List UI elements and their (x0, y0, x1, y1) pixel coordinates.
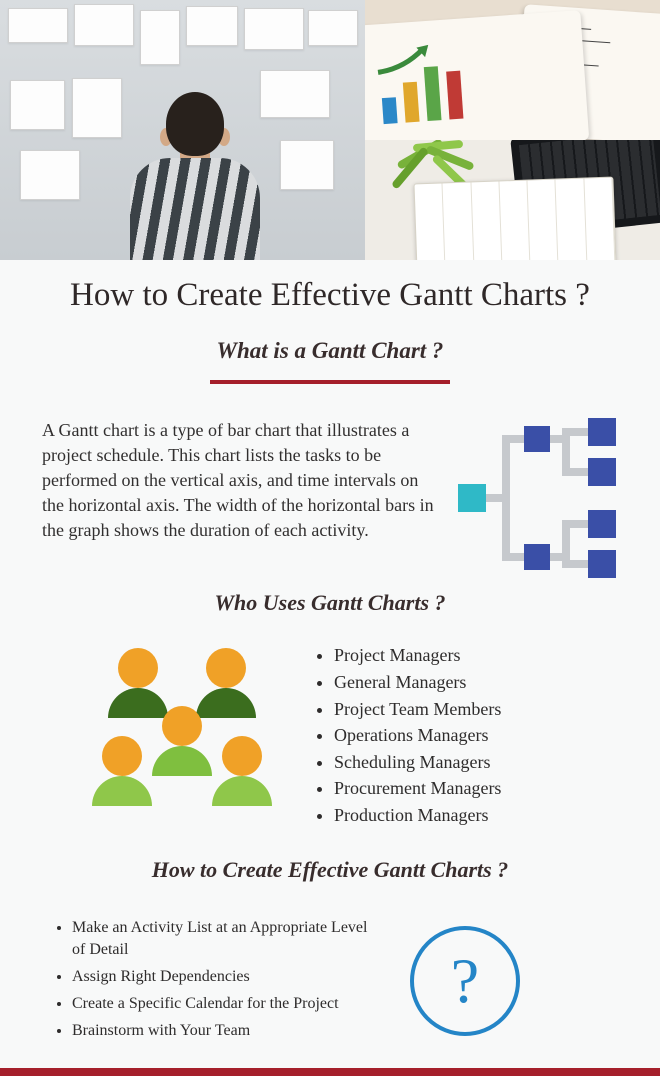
who-uses-list: Project Managers General Managers Projec… (312, 642, 618, 828)
list-item: Project Managers (334, 642, 618, 669)
list-item: Production Managers (334, 802, 618, 829)
list-item: Procurement Managers (334, 775, 618, 802)
gantt-description: A Gantt chart is a type of bar chart tha… (42, 418, 438, 542)
list-item: Brainstorm with Your Team (72, 1020, 380, 1043)
hero-photo-desk-planner (365, 140, 660, 260)
section-heading-how: How to Create Effective Gantt Charts ? (42, 857, 618, 883)
page-title: How to Create Effective Gantt Charts ? (42, 275, 618, 316)
section-heading-who: Who Uses Gantt Charts ? (42, 590, 618, 616)
list-item: Project Team Members (334, 696, 618, 723)
divider (210, 380, 450, 384)
list-item: General Managers (334, 669, 618, 696)
list-item: Operations Managers (334, 722, 618, 749)
people-group-icon (82, 642, 282, 812)
list-item: Assign Right Dependencies (72, 966, 380, 989)
hero-photo-notebook-chart (365, 0, 660, 140)
question-mark-icon: ? (400, 917, 530, 1047)
list-item: Make an Activity List at an Appropriate … (72, 917, 380, 962)
list-item: Create a Specific Calendar for the Proje… (72, 993, 380, 1016)
hero-photo-planning-board (0, 0, 365, 260)
list-item: Scheduling Managers (334, 749, 618, 776)
how-to-list: Make an Activity List at an Appropriate … (50, 917, 380, 1047)
footer-accent-bar (0, 1068, 660, 1076)
hero-image-collage (0, 0, 660, 260)
flow-diagram-icon (458, 418, 618, 578)
section-heading-what: What is a Gantt Chart ? (42, 338, 618, 364)
